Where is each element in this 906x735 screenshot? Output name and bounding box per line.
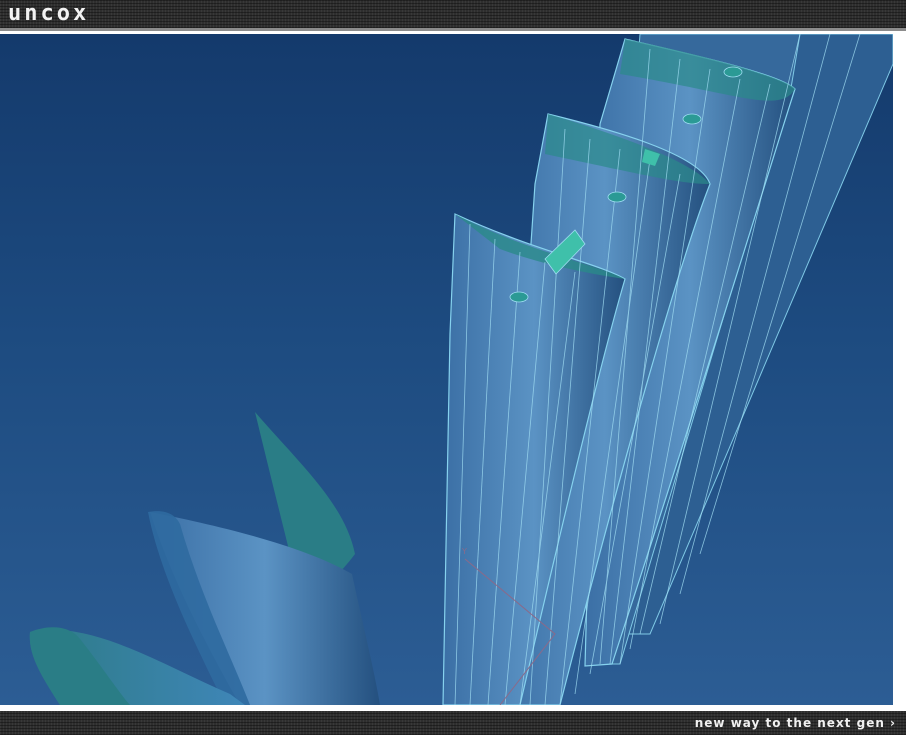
divider [0,28,906,31]
cad-render-image: Y [29,34,893,705]
tagline-link[interactable]: new way to the next gen › [695,711,896,735]
logo[interactable]: uncox [8,1,89,27]
render-viewport: Y [0,34,893,705]
top-bar: uncox [0,0,906,28]
bottom-bar: new way to the next gen › [0,711,906,735]
svg-text:Y: Y [461,547,467,556]
